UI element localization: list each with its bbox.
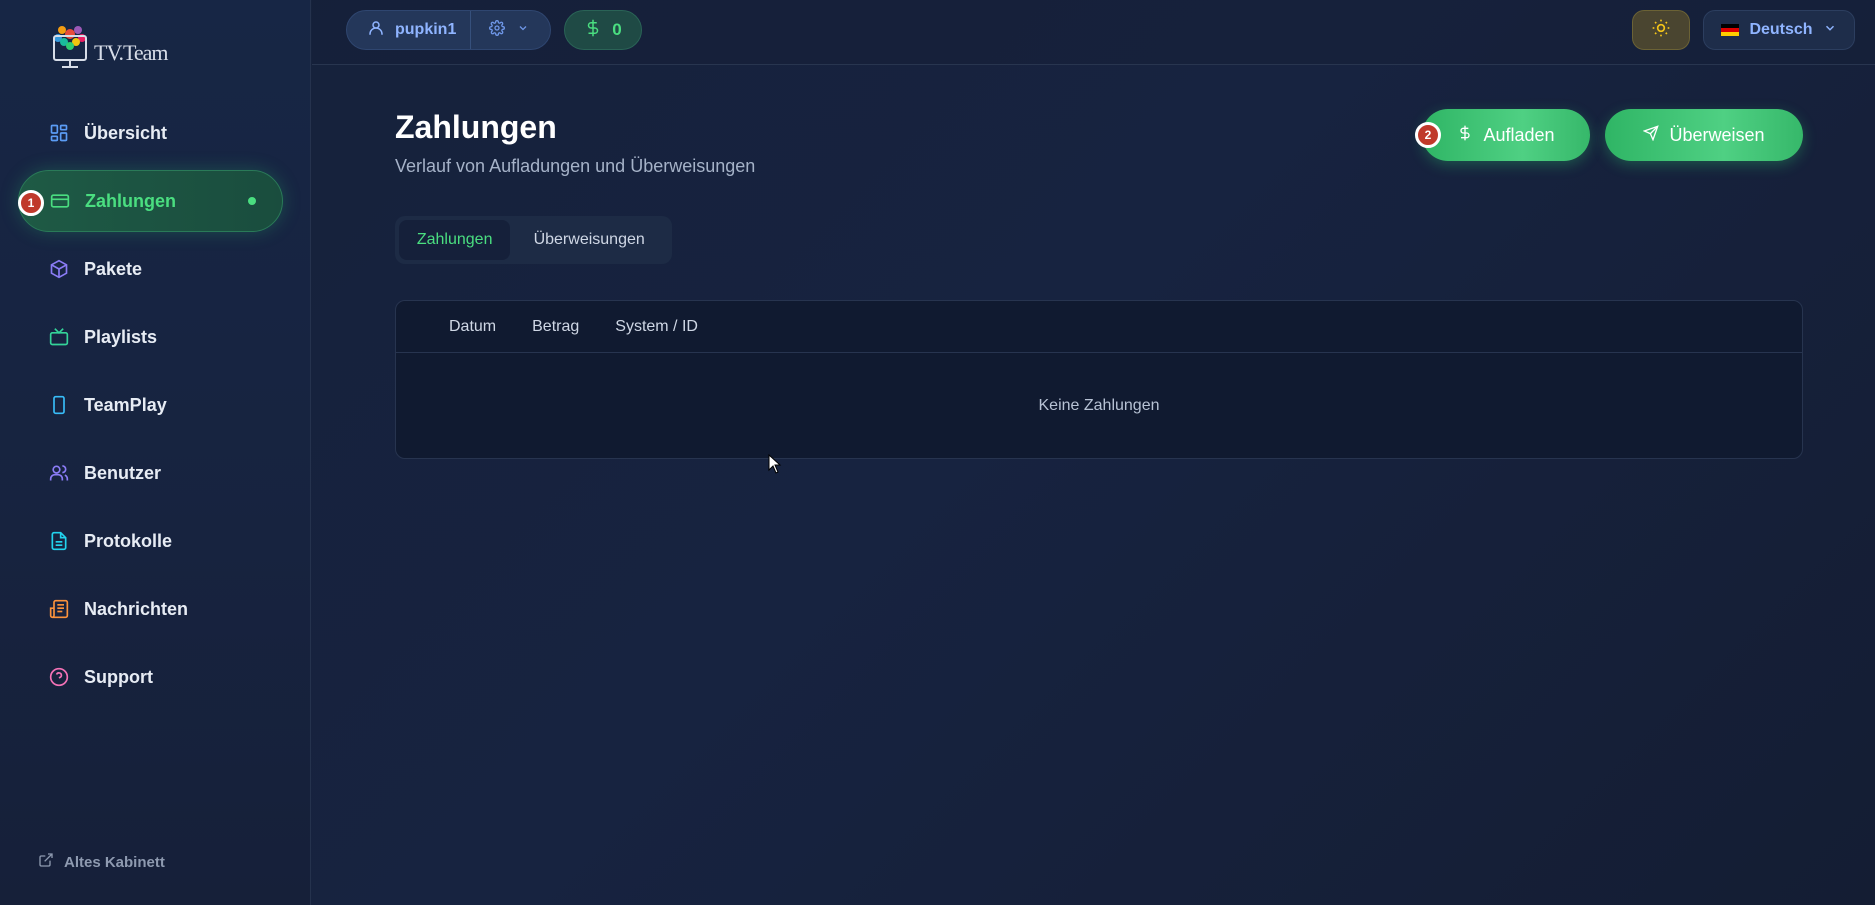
user-icon [367, 19, 385, 42]
sidebar-item-label: Übersicht [84, 122, 168, 143]
balance-button[interactable]: 0 [564, 10, 642, 50]
package-icon [48, 258, 70, 280]
sidebar: TV.Team Übersicht Zahlungen Pakete Playl… [0, 0, 311, 905]
dollar-icon [1457, 125, 1473, 146]
sidebar-item-label: Benutzer [84, 462, 162, 483]
tabs: Zahlungen Überweisungen [395, 216, 672, 264]
username: pupkin1 [395, 21, 457, 38]
topbar: pupkin1 0 Deutsch [312, 0, 1875, 65]
language-label: Deutsch [1749, 21, 1813, 38]
gear-icon [489, 19, 505, 41]
sidebar-item-label: Protokolle [84, 530, 173, 551]
mouse-cursor-icon [768, 453, 782, 479]
balance-value: 0 [612, 20, 622, 39]
transfer-button[interactable]: Überweisen [1605, 109, 1803, 161]
column-header-date[interactable]: Datum [449, 318, 496, 336]
settings-dropdown-button[interactable] [471, 11, 529, 49]
transfer-label: Überweisen [1669, 124, 1765, 145]
sidebar-nav: Übersicht Zahlungen Pakete Playlists Tea… [18, 102, 283, 714]
topup-button[interactable]: Aufladen [1422, 109, 1590, 161]
tv-icon [48, 326, 70, 348]
sidebar-item-teamplay[interactable]: TeamPlay [18, 374, 283, 436]
empty-state-text: Keine Zahlungen [1038, 397, 1160, 414]
help-circle-icon [48, 666, 70, 688]
active-indicator-dot [248, 197, 256, 205]
theme-toggle-button[interactable] [1632, 10, 1690, 50]
annotation-marker-2: 2 [1415, 122, 1441, 148]
send-icon [1642, 124, 1660, 146]
sidebar-item-label: TeamPlay [84, 394, 167, 415]
sidebar-item-support[interactable]: Support [18, 646, 283, 708]
sun-icon [1651, 18, 1671, 43]
sidebar-item-packages[interactable]: Pakete [18, 238, 283, 300]
old-cabinet-link[interactable]: Altes Kabinett [38, 852, 165, 872]
user-profile-button[interactable]: pupkin1 [347, 11, 471, 49]
tab-payments[interactable]: Zahlungen [399, 220, 511, 260]
chevron-down-icon [1823, 21, 1837, 40]
file-text-icon [48, 530, 70, 552]
user-menu: pupkin1 [346, 10, 551, 50]
page-subtitle: Verlauf von Aufladungen und Überweisunge… [395, 156, 756, 176]
payments-table: Datum Betrag System / ID Keine Zahlungen [395, 300, 1803, 459]
column-header-amount[interactable]: Betrag [532, 318, 579, 336]
logo[interactable]: TV.Team [50, 20, 169, 72]
external-link-icon [38, 852, 54, 872]
annotation-marker-1: 1 [18, 190, 44, 216]
page-title: Zahlungen [395, 109, 557, 145]
chevron-down-icon [517, 21, 529, 39]
credit-card-icon [49, 190, 71, 212]
dollar-icon [584, 19, 602, 42]
sidebar-item-users[interactable]: Benutzer [18, 442, 283, 504]
grid-icon [48, 122, 70, 144]
language-selector[interactable]: Deutsch [1703, 10, 1855, 50]
smartphone-icon [48, 394, 70, 416]
column-header-system-id[interactable]: System / ID [615, 318, 698, 336]
table-header: Datum Betrag System / ID [396, 301, 1802, 353]
newspaper-icon [48, 598, 70, 620]
sidebar-item-news[interactable]: Nachrichten [18, 578, 283, 640]
logo-text: TV.Team [94, 40, 169, 65]
german-flag-icon [1721, 24, 1740, 36]
sidebar-item-label: Nachrichten [84, 598, 189, 619]
sidebar-item-overview[interactable]: Übersicht [18, 102, 283, 164]
tab-transfers[interactable]: Überweisungen [510, 220, 668, 260]
sidebar-item-payments[interactable]: Zahlungen [18, 170, 283, 232]
sidebar-item-label: Playlists [84, 326, 158, 347]
sidebar-item-logs[interactable]: Protokolle [18, 510, 283, 572]
sidebar-item-label: Pakete [84, 258, 143, 279]
sidebar-item-label: Zahlungen [85, 190, 176, 211]
sidebar-item-playlists[interactable]: Playlists [18, 306, 283, 368]
logo-mark [50, 20, 90, 72]
old-cabinet-label: Altes Kabinett [64, 853, 165, 871]
topup-label: Aufladen [1483, 124, 1555, 145]
sidebar-item-label: Support [84, 666, 153, 687]
users-icon [48, 462, 70, 484]
